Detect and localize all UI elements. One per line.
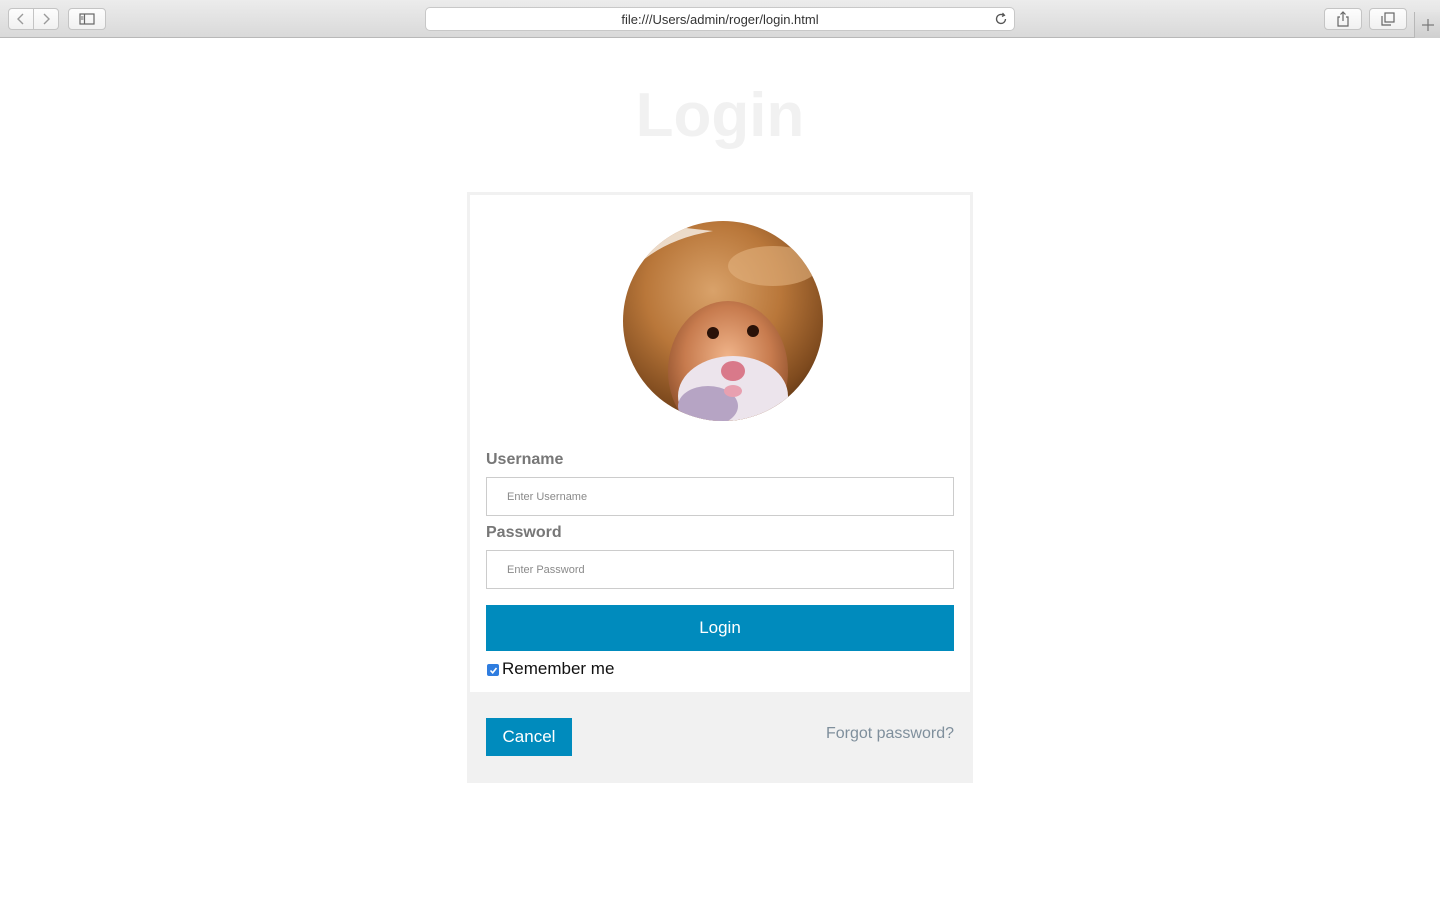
login-button[interactable]: Login [486,605,954,651]
check-icon [489,667,497,674]
avatar-image [623,221,823,421]
username-input[interactable] [486,477,954,516]
remember-checkbox[interactable] [487,664,499,676]
page-title: Login [635,81,805,150]
remember-label: Remember me [502,659,615,678]
avatar [623,221,823,421]
password-input[interactable] [486,550,954,589]
cancel-button[interactable]: Cancel [486,718,572,756]
login-card: Username Password Login Remember me [467,192,973,695]
address-bar[interactable]: file:///Users/admin/roger/login.html [425,7,1015,31]
remember-me[interactable]: Remember me [487,659,614,679]
back-button[interactable] [8,8,34,30]
sidebar-button[interactable] [68,8,106,30]
username-label: Username [486,451,564,468]
share-icon [1337,11,1349,27]
chevron-right-icon [43,13,50,25]
password-label: Password [486,524,562,541]
plus-icon [1421,19,1434,31]
address-url: file:///Users/admin/roger/login.html [621,11,819,27]
login-footer: Cancel Forgot password? [467,695,973,783]
new-tab-button[interactable] [1414,12,1440,38]
chevron-left-icon [16,13,24,25]
browser-toolbar: file:///Users/admin/roger/login.html [0,0,1440,38]
tabs-icon [1381,12,1395,26]
reload-icon[interactable] [994,12,1008,26]
navigation-buttons [8,8,59,30]
forward-button[interactable] [33,8,59,30]
forgot-password-link[interactable]: Forgot password? [826,725,954,743]
tabs-button[interactable] [1369,8,1407,30]
sidebar-icon [79,13,95,25]
share-button[interactable] [1324,8,1362,30]
